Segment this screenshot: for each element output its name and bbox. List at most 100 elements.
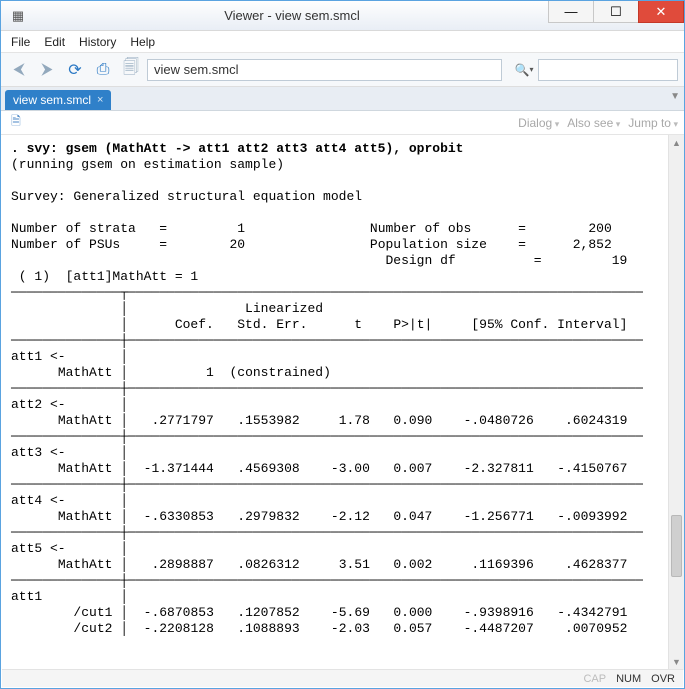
hdr-ci: [95% Conf. Interval] (471, 317, 627, 332)
search-input[interactable] (538, 59, 678, 81)
row-att4-se: .2979832 (237, 509, 299, 524)
row-att5-hi: .4628377 (565, 557, 627, 572)
out-pop-val: 2,852 (573, 237, 612, 252)
address-input[interactable] (147, 59, 502, 81)
status-num: NUM (616, 673, 641, 685)
forward-button[interactable]: ⮞ (35, 58, 59, 82)
search-icon[interactable]: 🔍▾ (514, 60, 534, 80)
row-cut2-coef: -.2208128 (144, 621, 214, 636)
search-in-page-button[interactable]: 🗐 (119, 58, 143, 82)
out-survey: Survey: Generalized structural equation … (11, 189, 362, 204)
row-att1-coef: 1 (206, 365, 214, 380)
tabstrip-menu-icon[interactable]: ▼ (670, 91, 680, 102)
hdr-se: Std. Err. (237, 317, 307, 332)
link-dialog[interactable]: Dialog (518, 116, 559, 130)
tab-label: view sem.smcl (13, 93, 91, 107)
row-cut1-se: .1207852 (237, 605, 299, 620)
link-jump-to[interactable]: Jump to (628, 116, 678, 130)
row-att2-label: att2 <- (11, 397, 66, 412)
sub-toolbar: 🗎 Dialog Also see Jump to (1, 111, 684, 135)
row-att5-label: att5 <- (11, 541, 66, 556)
row-att3-p: 0.007 (393, 461, 432, 476)
row-cut1-t: -5.69 (331, 605, 370, 620)
out-df-val: 19 (612, 253, 628, 268)
new-doc-icon: 🗎 (11, 112, 21, 133)
tabstrip: view sem.smcl × ▼ (1, 87, 684, 111)
new-viewer-button[interactable]: 🗎 (7, 114, 25, 132)
row-att2-lo: -.0480726 (464, 413, 534, 428)
row-att4-label: att4 <- (11, 493, 66, 508)
row-att1-sub: MathAtt (58, 365, 113, 380)
row-att3-se: .4569308 (237, 461, 299, 476)
scroll-down-icon[interactable]: ▼ (669, 654, 684, 670)
hdr-lin: Linearized (245, 301, 323, 316)
print-button[interactable]: ⎙ (91, 58, 115, 82)
find-icon: 🗐 (123, 56, 139, 83)
row-att4-lo: -1.256771 (464, 509, 534, 524)
menu-help[interactable]: Help (130, 35, 155, 49)
row-att2-sub: MathAtt (58, 413, 113, 428)
row-att3-hi: -.4150767 (557, 461, 627, 476)
arrow-left-icon: ⮜ (13, 61, 24, 79)
row-cut-label: att1 (11, 589, 42, 604)
out-nobs-lbl: Number of obs = (370, 221, 526, 236)
toolbar: ⮜ ⮞ ⟳ ⎙ 🗐 🔍▾ (1, 53, 684, 87)
out-strata-lbl: Number of strata = (11, 221, 167, 236)
row-att3-sub: MathAtt (58, 461, 113, 476)
row-att2-p: 0.090 (393, 413, 432, 428)
statusbar: CAP NUM OVR (2, 669, 683, 687)
row-cut2-p: 0.057 (393, 621, 432, 636)
row-att5-coef: .2898887 (151, 557, 213, 572)
out-df-lbl: Design df = (385, 253, 541, 268)
tab-close-icon[interactable]: × (97, 94, 103, 106)
row-att5-se: .0826312 (237, 557, 299, 572)
row-cut1-hi: -.4342791 (557, 605, 627, 620)
out-psu-val: 20 (229, 237, 245, 252)
row-att1-label: att1 <- (11, 349, 66, 364)
maximize-button[interactable]: ☐ (593, 1, 639, 23)
row-cut2-se: .1088893 (237, 621, 299, 636)
row-att5-lo: .1169396 (471, 557, 533, 572)
out-note: (running gsem on estimation sample) (11, 157, 284, 172)
refresh-button[interactable]: ⟳ (63, 58, 87, 82)
menu-history[interactable]: History (79, 35, 116, 49)
help-links: Dialog Also see Jump to (518, 116, 678, 130)
row-att1-note: (constrained) (229, 365, 330, 380)
menubar: File Edit History Help (1, 31, 684, 53)
scroll-up-icon[interactable]: ▲ (669, 135, 684, 151)
row-att2-coef: .2771797 (151, 413, 213, 428)
row-att4-t: -2.12 (331, 509, 370, 524)
out-constraint: ( 1) [att1]MathAtt = 1 (11, 269, 198, 284)
menu-file[interactable]: File (11, 35, 30, 49)
vertical-scrollbar[interactable]: ▲ ▼ (668, 135, 684, 670)
scrollbar-thumb[interactable] (671, 515, 682, 577)
output-text: . svy: gsem (MathAtt -> att1 att2 att3 a… (1, 135, 684, 637)
viewer-content: . svy: gsem (MathAtt -> att1 att2 att3 a… (1, 135, 684, 670)
row-att2-hi: .6024319 (565, 413, 627, 428)
row-cut1-coef: -.6870853 (144, 605, 214, 620)
back-button[interactable]: ⮜ (7, 58, 31, 82)
row-cut2-t: -2.03 (331, 621, 370, 636)
print-icon: ⎙ (97, 61, 110, 79)
row-cut1-sub: /cut1 (73, 605, 112, 620)
search-area: 🔍▾ (514, 59, 678, 81)
menu-edit[interactable]: Edit (44, 35, 65, 49)
row-cut2-sub: /cut2 (73, 621, 112, 636)
row-att2-t: 1.78 (339, 413, 370, 428)
close-button[interactable]: ✕ (638, 1, 684, 23)
window-title: Viewer - view sem.smcl (35, 8, 549, 23)
hdr-t: t (354, 317, 362, 332)
minimize-button[interactable]: — (548, 1, 594, 23)
link-also-see[interactable]: Also see (567, 116, 620, 130)
row-att3-label: att3 <- (11, 445, 66, 460)
hdr-p: P>|t| (393, 317, 432, 332)
out-nobs-val: 200 (588, 221, 611, 236)
arrow-right-icon: ⮞ (41, 61, 53, 79)
row-att3-t: -3.00 (331, 461, 370, 476)
row-att4-coef: -.6330853 (144, 509, 214, 524)
out-strata-val: 1 (237, 221, 245, 236)
refresh-icon: ⟳ (68, 60, 81, 80)
row-cut1-p: 0.000 (393, 605, 432, 620)
row-att5-t: 3.51 (339, 557, 370, 572)
tab-view-sem[interactable]: view sem.smcl × (5, 90, 111, 110)
